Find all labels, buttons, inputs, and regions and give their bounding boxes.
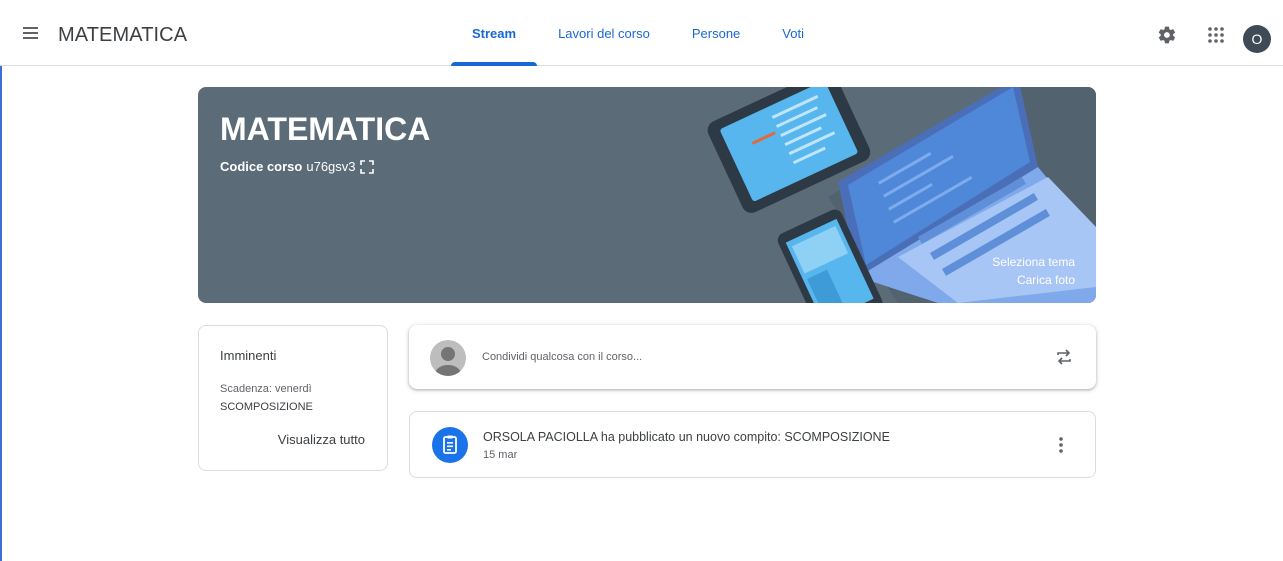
banner-title: MATEMATICA	[220, 111, 431, 147]
upcoming-item[interactable]: SCOMPOSIZIONE	[220, 401, 313, 413]
menu-icon[interactable]	[20, 22, 42, 44]
assignment-post[interactable]: ORSOLA PACIOLLA ha pubblicato un nuovo c…	[409, 411, 1096, 478]
tab-classwork[interactable]: Lavori del corso	[537, 0, 671, 66]
assignment-icon	[432, 427, 468, 463]
fullscreen-icon[interactable]	[359, 159, 374, 174]
user-avatar-icon	[430, 340, 466, 376]
more-options-icon[interactable]	[1051, 434, 1071, 456]
tab-stream[interactable]: Stream	[451, 0, 538, 66]
upcoming-due: Scadenza: venerdì	[220, 383, 312, 395]
tab-grades[interactable]: Voti	[761, 0, 825, 66]
class-banner: MATEMATICA Codice corso u76gsv3 Selezion…	[198, 87, 1096, 303]
tab-bar: Stream Lavori del corso Persone Voti	[451, 0, 825, 66]
account-avatar[interactable]: O	[1243, 25, 1271, 53]
post-title: ORSOLA PACIOLLA ha pubblicato un nuovo c…	[483, 430, 890, 444]
top-bar: MATEMATICA Stream Lavori del corso Perso…	[0, 0, 1283, 66]
upload-photo-link[interactable]: Carica foto	[1017, 273, 1075, 287]
repost-icon[interactable]	[1054, 347, 1074, 367]
class-code: Codice corso u76gsv3	[220, 159, 374, 174]
upcoming-card: Imminenti Scadenza: venerdì SCOMPOSIZION…	[198, 325, 388, 471]
view-all-button[interactable]: Visualizza tutto	[278, 432, 365, 447]
select-theme-link[interactable]: Seleziona tema	[992, 255, 1075, 269]
post-date: 15 mar	[483, 449, 518, 461]
share-input[interactable]: Condividi qualcosa con il corso...	[482, 351, 642, 363]
upcoming-title: Imminenti	[220, 348, 277, 363]
apps-icon[interactable]	[1206, 25, 1226, 45]
settings-icon[interactable]	[1157, 25, 1177, 45]
class-title[interactable]: MATEMATICA	[58, 24, 187, 47]
share-box[interactable]: Condividi qualcosa con il corso...	[409, 325, 1096, 389]
class-code-value: u76gsv3	[306, 159, 356, 174]
class-code-label: Codice corso	[220, 159, 303, 174]
tab-people[interactable]: Persone	[671, 0, 761, 66]
